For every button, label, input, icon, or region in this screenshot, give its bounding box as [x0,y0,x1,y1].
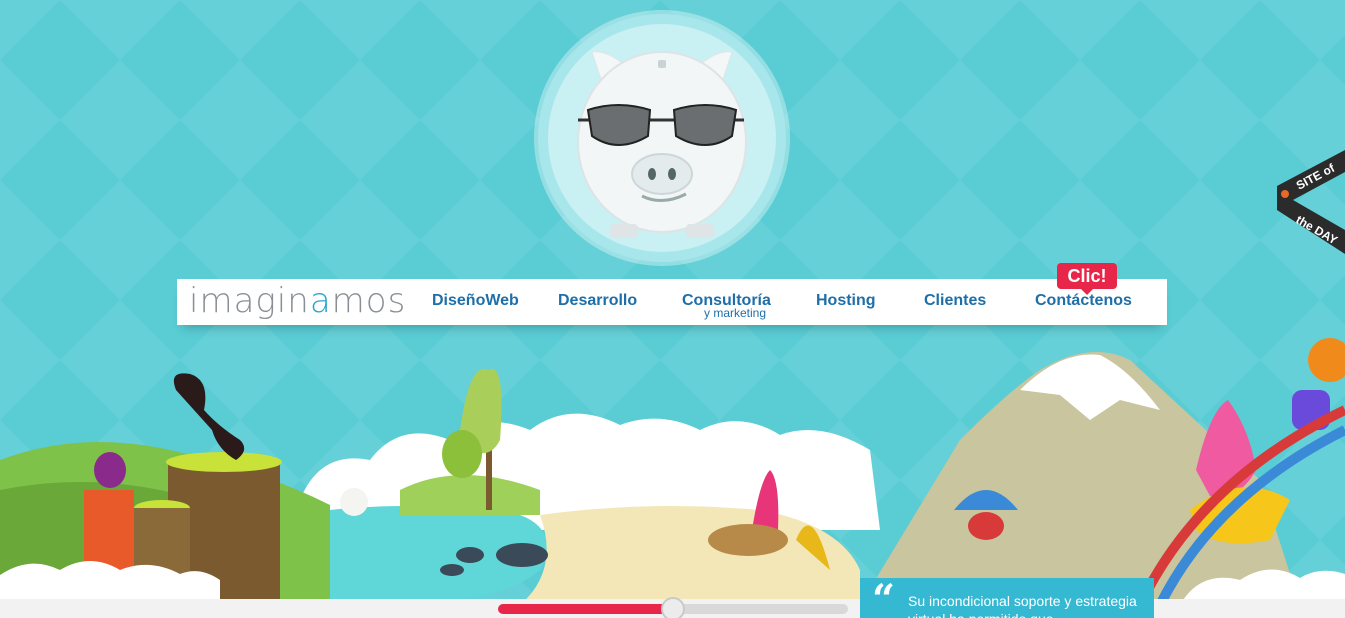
ribbon-dot-icon [1281,190,1289,198]
logo-text-suffix: mos [331,281,407,321]
logo-text-accent: a [309,281,332,321]
nav-desarrollo[interactable]: Desarrollo [558,292,637,310]
site-of-the-day-ribbon[interactable]: SITE of the DAY [1277,150,1345,254]
timeline-slider-handle[interactable] [661,597,685,618]
imaginamos-logo[interactable]: imaginamos [189,281,406,321]
testimonial-box: “ Su incondicional soporte y estrategia … [860,578,1154,618]
nav-clientes[interactable]: Clientes [924,292,986,310]
nav-diseno-web[interactable]: DiseñoWeb [432,292,519,310]
nav-consultoria-sublabel: y marketing [704,306,767,320]
logo-text-prefix: imagin [189,281,310,321]
clic-badge[interactable]: Clic! [1057,263,1117,295]
nav-consultoria[interactable]: Consultoría y marketing [682,292,771,320]
piggy-sunglasses-icon [577,51,747,238]
nav-hosting[interactable]: Hosting [816,292,876,310]
quote-mark-icon: “ [872,576,896,618]
landscape-illustration [0,338,1345,605]
mascot-medallion [538,14,786,262]
testimonial-text: Su incondicional soporte y estrategia vi… [908,593,1137,618]
timeline-slider-fill [498,604,673,614]
main-navigation: imaginamos DiseñoWeb Desarrollo Consulto… [177,263,1167,325]
